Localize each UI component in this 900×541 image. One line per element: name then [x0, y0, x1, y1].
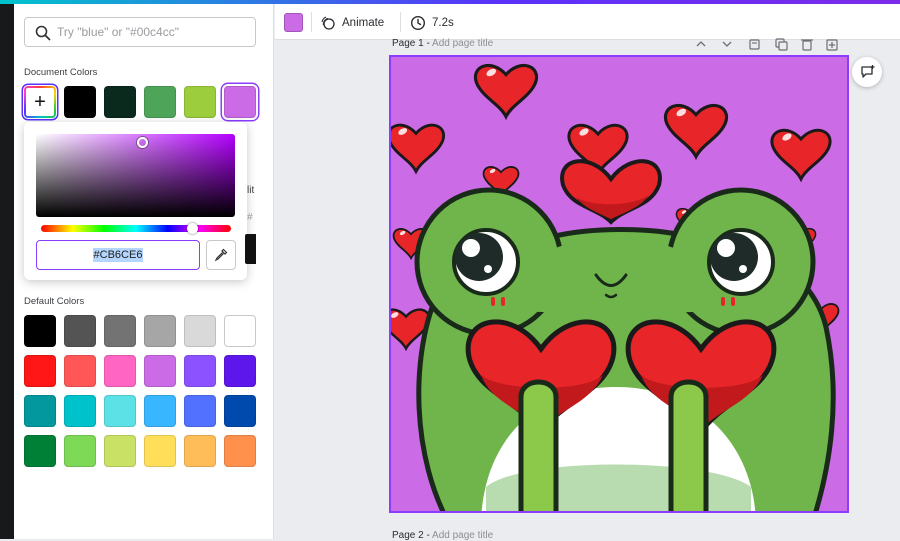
- peek-box: [245, 234, 256, 264]
- default-color-swatch[interactable]: [104, 355, 136, 387]
- page-actions: [696, 38, 838, 51]
- default-color-swatch[interactable]: [224, 315, 256, 347]
- heart-icon: [770, 128, 832, 181]
- page-1-header: Page 1 - Add page title: [392, 38, 493, 49]
- saturation-handle[interactable]: [137, 137, 148, 148]
- document-color-swatch[interactable]: [64, 86, 96, 118]
- document-color-swatch[interactable]: [224, 86, 256, 118]
- hide-page-icon[interactable]: [749, 39, 760, 50]
- eyedropper-icon: [214, 248, 228, 262]
- add-page-icon[interactable]: [826, 39, 838, 51]
- duration-label: 7.2s: [432, 17, 454, 29]
- default-color-swatch[interactable]: [184, 395, 216, 427]
- saturation-area[interactable]: [36, 134, 235, 217]
- document-color-swatch[interactable]: [144, 86, 176, 118]
- animate-icon: [321, 16, 335, 30]
- default-color-swatch[interactable]: [64, 395, 96, 427]
- heart-icon: [473, 63, 539, 119]
- text-color-button[interactable]: [284, 13, 303, 32]
- color-panel: Document Colors + #CB6CE6 lit # Default …: [14, 4, 274, 539]
- side-nav-strip: [0, 4, 14, 539]
- default-color-swatch[interactable]: [104, 395, 136, 427]
- default-color-swatch[interactable]: [224, 395, 256, 427]
- default-color-swatch[interactable]: [24, 355, 56, 387]
- duplicate-page-icon[interactable]: [775, 38, 788, 51]
- hex-input[interactable]: #CB6CE6: [36, 240, 200, 270]
- design-canvas[interactable]: [389, 55, 849, 513]
- toolbar-divider: [400, 12, 401, 32]
- frog-hearts-illustration: [391, 63, 840, 511]
- color-picker-popover: #CB6CE6: [24, 122, 247, 280]
- default-color-swatch[interactable]: [184, 315, 216, 347]
- plus-icon: +: [34, 91, 46, 113]
- search-icon: [35, 25, 51, 41]
- editor-toolbar: Animate 7.2s: [275, 4, 900, 40]
- default-color-swatch[interactable]: [64, 315, 96, 347]
- default-color-swatch[interactable]: [224, 355, 256, 387]
- peek-text: #: [247, 212, 253, 223]
- default-color-swatch[interactable]: [64, 435, 96, 467]
- timing-button[interactable]: 7.2s: [410, 12, 454, 34]
- default-color-swatch[interactable]: [104, 435, 136, 467]
- default-color-swatch[interactable]: [184, 435, 216, 467]
- color-search[interactable]: [24, 17, 256, 47]
- eyedropper-button[interactable]: [206, 240, 236, 270]
- chevron-up-icon[interactable]: [696, 41, 706, 47]
- default-color-swatch[interactable]: [144, 435, 176, 467]
- search-input[interactable]: [57, 18, 252, 46]
- default-color-swatch[interactable]: [224, 435, 256, 467]
- hue-handle[interactable]: [187, 223, 198, 234]
- page-title-input[interactable]: Add page title: [432, 530, 493, 541]
- default-color-swatch[interactable]: [144, 395, 176, 427]
- page-title-input[interactable]: Add page title: [432, 38, 493, 49]
- default-color-swatch[interactable]: [24, 395, 56, 427]
- default-color-swatch[interactable]: [64, 355, 96, 387]
- default-colors-label: Default Colors: [24, 296, 85, 307]
- heart-icon: [391, 123, 446, 173]
- toolbar-divider: [311, 12, 312, 32]
- delete-page-icon[interactable]: [801, 39, 813, 51]
- default-color-swatch[interactable]: [144, 355, 176, 387]
- peek-text: lit: [247, 185, 255, 196]
- add-comment-button[interactable]: [852, 57, 882, 87]
- hex-value: #CB6CE6: [92, 248, 144, 262]
- page-2-header: Page 2 - Add page title: [392, 530, 493, 541]
- default-color-swatch[interactable]: [24, 315, 56, 347]
- page-1-prefix: Page 1 -: [392, 38, 433, 49]
- default-color-swatch[interactable]: [144, 315, 176, 347]
- add-comment-icon: [861, 65, 875, 78]
- document-color-swatch[interactable]: [104, 86, 136, 118]
- animate-button[interactable]: Animate: [320, 12, 384, 34]
- document-color-swatch[interactable]: [184, 86, 216, 118]
- timer-icon: [410, 15, 426, 31]
- hue-slider[interactable]: [41, 225, 231, 232]
- page-2-prefix: Page 2 -: [392, 530, 433, 541]
- chevron-down-icon[interactable]: [722, 41, 732, 47]
- default-color-swatch[interactable]: [184, 355, 216, 387]
- document-colors-label: Document Colors: [24, 67, 98, 78]
- default-color-swatch[interactable]: [24, 435, 56, 467]
- animate-label: Animate: [342, 17, 385, 29]
- heart-icon: [663, 103, 729, 159]
- add-color-button[interactable]: +: [24, 86, 56, 118]
- default-color-swatch[interactable]: [104, 315, 136, 347]
